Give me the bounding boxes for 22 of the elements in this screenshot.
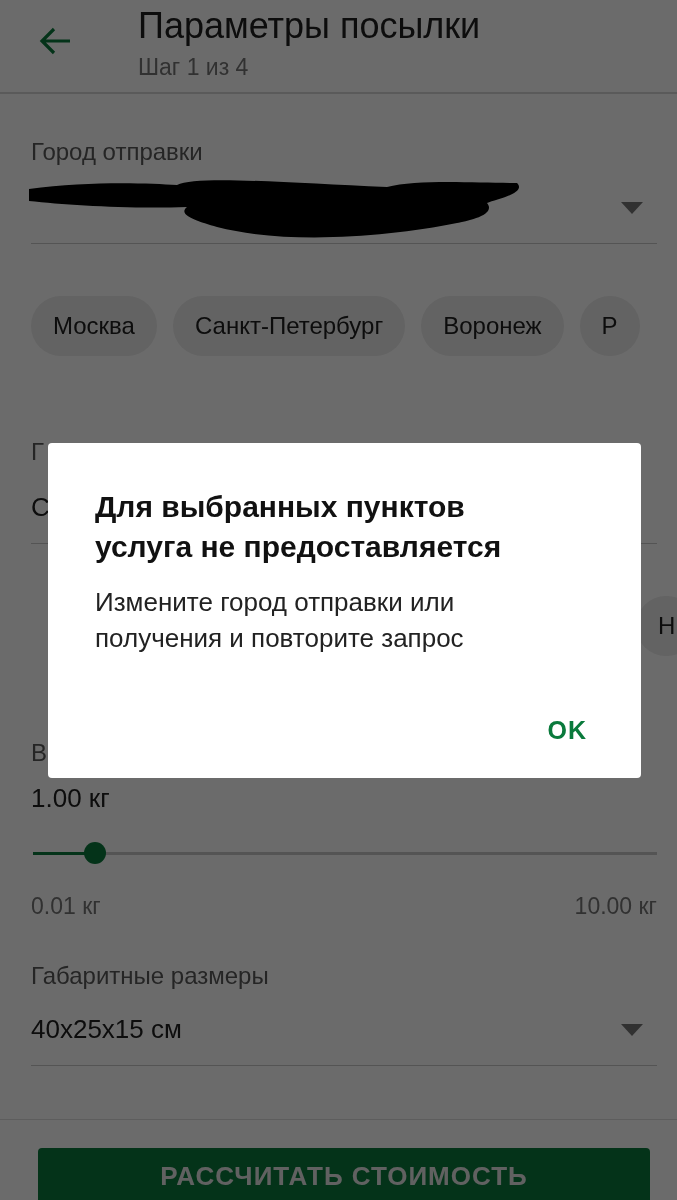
- max-weight: 10.00 кг: [574, 893, 657, 920]
- step-indicator: Шаг 1 из 4: [138, 54, 250, 81]
- city-chip[interactable]: Санкт-Петербург: [172, 296, 406, 356]
- calculate-button[interactable]: РАССЧИТАТЬ СТОИМОСТЬ: [38, 1148, 650, 1200]
- city-chip[interactable]: Р: [579, 296, 640, 356]
- city-chip[interactable]: Москва: [31, 296, 157, 356]
- field-label: В: [31, 739, 47, 767]
- field-label: Габаритные размеры: [31, 962, 269, 990]
- field-label: Город отправки: [31, 138, 203, 166]
- ok-button[interactable]: OK: [529, 708, 605, 753]
- dimensions-select[interactable]: 40x25x15 см: [31, 994, 657, 1066]
- dropdown-caret-icon: [621, 201, 643, 214]
- min-weight: 0.01 кг: [31, 893, 101, 920]
- back-arrow-icon[interactable]: [38, 26, 72, 56]
- screen-title: Параметры посылки: [138, 6, 481, 46]
- slider-thumb[interactable]: [84, 842, 107, 864]
- dialog-message: Измените город отправки или получения и повторите запрос: [95, 586, 465, 655]
- dialog-title: Для выбранных пунктов услуга не предоставляется: [95, 489, 503, 565]
- city-chip[interactable]: Воронеж: [421, 296, 564, 356]
- weight-value: 1.00 кг: [31, 783, 111, 814]
- dropdown-caret-icon: [621, 1023, 643, 1036]
- field-label: Г: [31, 438, 44, 466]
